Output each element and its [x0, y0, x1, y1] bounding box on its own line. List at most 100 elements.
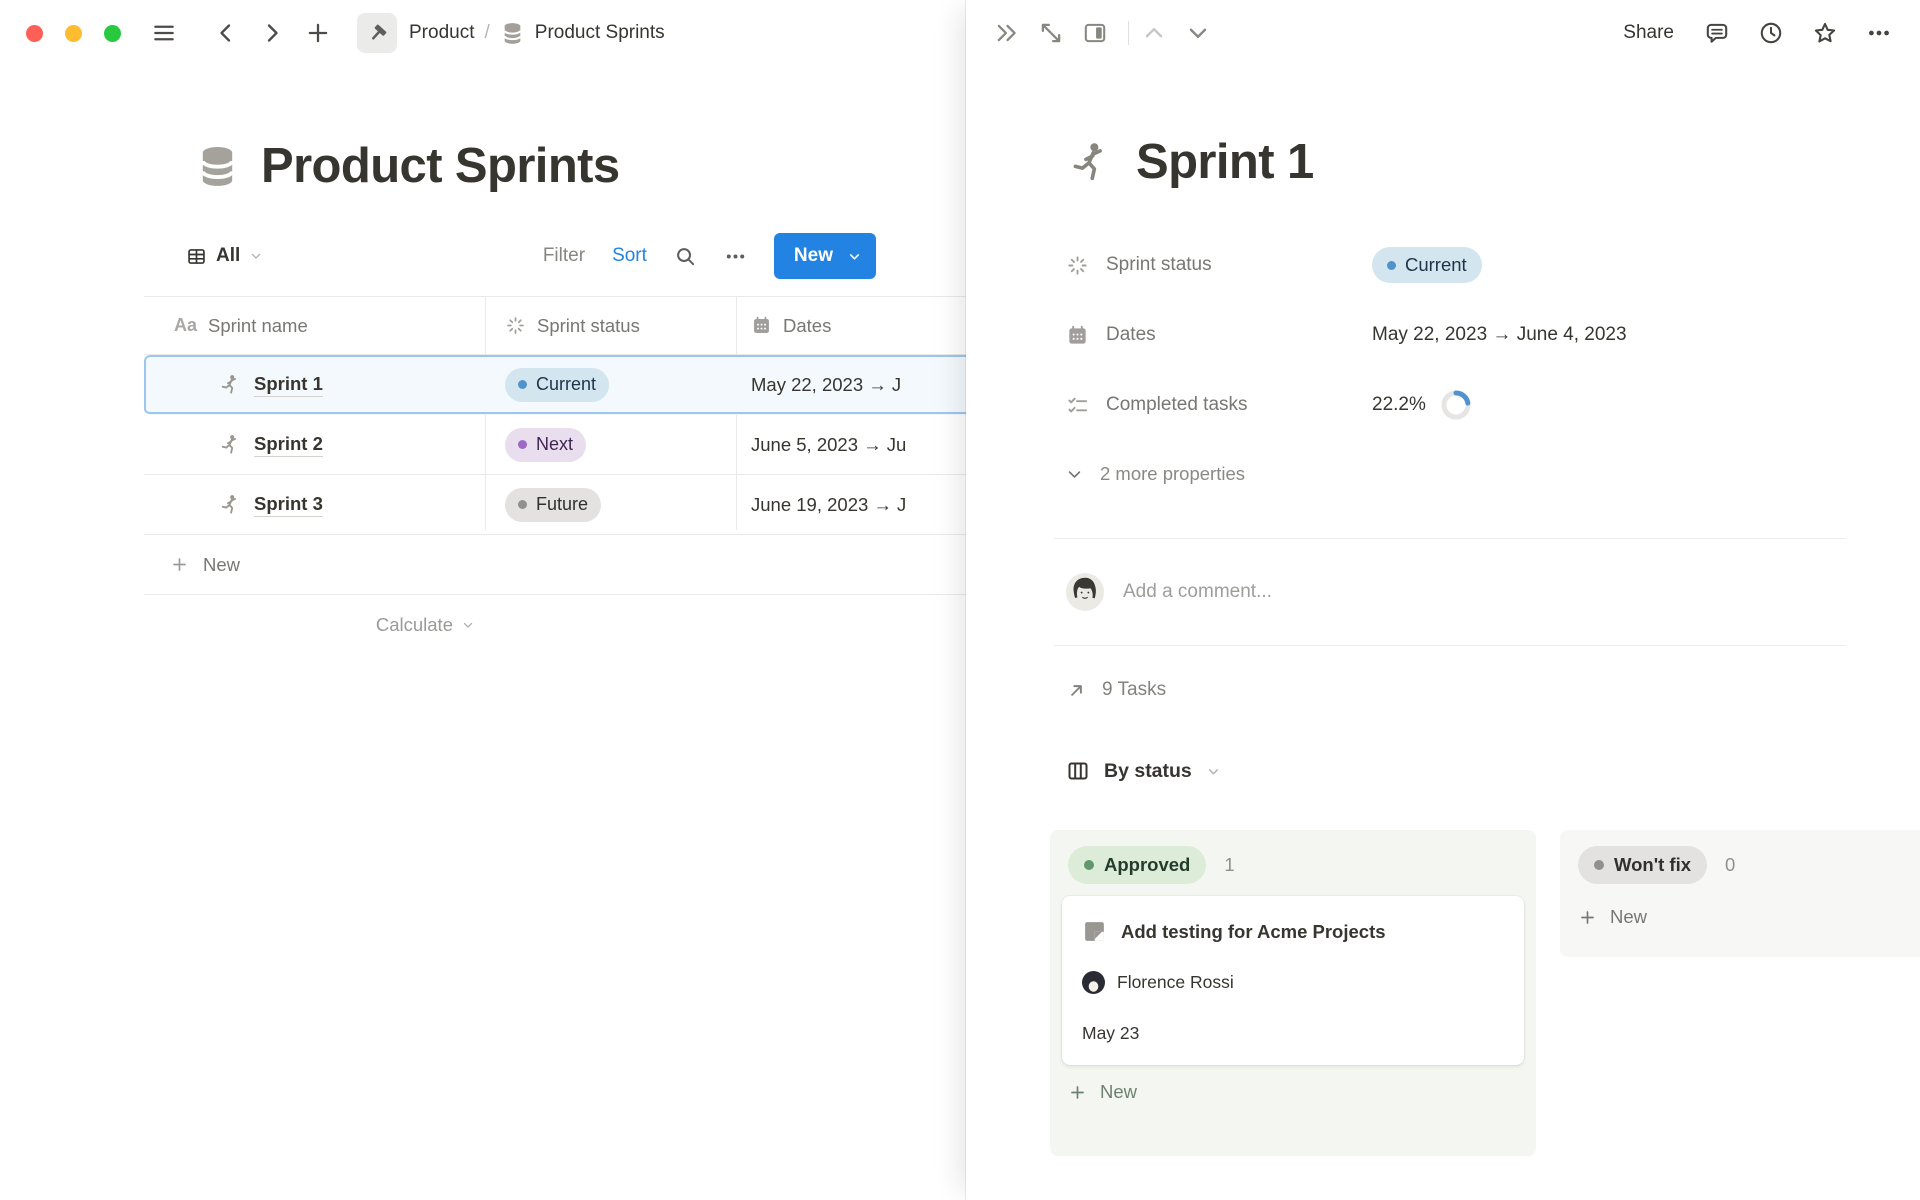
forward-icon[interactable] — [259, 20, 285, 46]
group-pill: Approved — [1068, 846, 1206, 884]
breadcrumb-root[interactable]: Product — [409, 22, 474, 44]
back-icon[interactable] — [213, 20, 239, 46]
panel-title-block: Sprint 1 — [1066, 134, 1314, 190]
board-column-header[interactable]: Approved 1 — [1068, 846, 1518, 884]
minimize-window-button[interactable] — [65, 25, 82, 42]
hamburger-icon[interactable] — [151, 20, 177, 46]
calendar-icon — [751, 315, 772, 336]
share-button[interactable]: Share — [1623, 22, 1674, 44]
task-title: Add testing for Acme Projects — [1121, 921, 1386, 943]
comments-icon[interactable] — [1704, 20, 1730, 46]
calculate-button[interactable]: Calculate — [144, 595, 485, 654]
property-value[interactable]: May 22, 2023 → June 4, 2023 — [1372, 324, 1627, 346]
comment-placeholder: Add a comment... — [1123, 581, 1272, 603]
chevron-down-icon — [1066, 466, 1083, 483]
breadcrumb-current[interactable]: Product Sprints — [535, 22, 665, 44]
side-peek-panel: Share Sprint 1 Sprint status Current — [966, 0, 1920, 1200]
view-tab-all[interactable]: All — [186, 245, 263, 267]
table-view-icon — [186, 246, 207, 267]
runner-icon — [218, 433, 241, 456]
status-spinner-icon — [505, 315, 526, 336]
new-button-label: New — [794, 245, 833, 267]
calendar-icon — [1066, 324, 1089, 347]
tasks-link[interactable]: 9 Tasks — [1066, 668, 1166, 712]
board-view-selector[interactable]: By status — [1066, 748, 1221, 794]
board-column-header[interactable]: Won't fix 0 — [1578, 846, 1920, 884]
chevron-down-icon — [847, 249, 862, 264]
database-icon — [500, 21, 525, 46]
column-header-sprint-status[interactable]: Sprint status — [485, 297, 736, 354]
new-page-icon[interactable] — [305, 20, 331, 46]
filter-button[interactable]: Filter — [543, 245, 585, 267]
database-icon[interactable] — [194, 143, 241, 190]
property-value[interactable]: 22.2% — [1372, 389, 1472, 421]
favorite-icon[interactable] — [1812, 20, 1838, 46]
chevron-down-icon — [1206, 764, 1221, 779]
group-count: 1 — [1224, 854, 1234, 876]
panel-page-title[interactable]: Sprint 1 — [1136, 134, 1314, 190]
side-peek-icon[interactable] — [1082, 20, 1108, 46]
property-row-completed-tasks: Completed tasks 22.2% — [1066, 370, 1472, 440]
sprint-page-link[interactable]: Sprint 3 — [254, 493, 323, 517]
status-pill[interactable]: Future — [505, 488, 601, 522]
chevron-down-icon — [249, 249, 263, 263]
status-dot-icon — [518, 500, 527, 509]
board-new-button[interactable]: New — [1578, 906, 1920, 928]
board-column-wont-fix: Won't fix 0 New — [1560, 830, 1920, 957]
view-toolbar: All Filter Sort New — [186, 232, 876, 280]
page-title[interactable]: Product Sprints — [261, 138, 620, 194]
collapse-panel-icon[interactable] — [994, 20, 1020, 46]
plus-icon — [170, 555, 189, 574]
property-label[interactable]: Completed tasks — [1066, 394, 1372, 417]
column-header-sprint-name[interactable]: Aa Sprint name — [144, 297, 485, 354]
avatar — [1066, 573, 1104, 611]
hammer-icon — [357, 13, 397, 53]
expand-icon[interactable] — [1038, 20, 1064, 46]
progress-ring — [1440, 389, 1472, 421]
board-view-icon — [1066, 759, 1090, 783]
sprint-page-link[interactable]: Sprint 2 — [254, 433, 323, 457]
new-button[interactable]: New — [774, 233, 876, 279]
sprint-page-link[interactable]: Sprint 1 — [254, 373, 323, 397]
tasks-board: Approved 1 Add testing for Acme Projects… — [1050, 830, 1920, 1170]
task-card[interactable]: Add testing for Acme Projects Florence R… — [1062, 896, 1524, 1065]
avatar — [1082, 971, 1105, 994]
board-new-button[interactable]: New — [1068, 1081, 1518, 1103]
breadcrumb-separator: / — [484, 22, 489, 44]
comment-input[interactable]: Add a comment... — [1066, 566, 1272, 618]
dates-value[interactable]: May 22, 2023 → J — [751, 374, 901, 396]
text-Aa-icon: Aa — [174, 315, 197, 336]
panel-topbar: Share — [966, 0, 1920, 66]
dates-value[interactable]: June 5, 2023 → Ju — [751, 434, 906, 456]
status-pill[interactable]: Current — [505, 368, 609, 402]
plus-icon — [1578, 908, 1597, 927]
divider — [1054, 645, 1846, 646]
titlebar: Product / Product Sprints — [0, 0, 665, 66]
more-icon[interactable] — [1866, 20, 1892, 46]
checklist-icon — [1066, 394, 1089, 417]
property-value[interactable]: Current — [1372, 247, 1482, 283]
zoom-window-button[interactable] — [104, 25, 121, 42]
close-window-button[interactable] — [26, 25, 43, 42]
more-icon[interactable] — [724, 245, 747, 268]
sort-button[interactable]: Sort — [612, 245, 647, 267]
updates-icon[interactable] — [1758, 20, 1784, 46]
status-pill[interactable]: Next — [505, 428, 586, 462]
search-icon[interactable] — [674, 245, 697, 268]
chevron-down-icon — [461, 618, 475, 632]
divider — [1128, 21, 1129, 45]
page-title-block: Product Sprints — [194, 138, 620, 194]
runner-icon — [218, 493, 241, 516]
runner-icon[interactable] — [1066, 139, 1112, 185]
property-label[interactable]: Dates — [1066, 324, 1372, 347]
dates-value[interactable]: June 19, 2023 → J — [751, 494, 906, 516]
group-count: 0 — [1725, 854, 1735, 876]
up-icon[interactable] — [1141, 20, 1167, 46]
group-pill: Won't fix — [1578, 846, 1707, 884]
down-icon[interactable] — [1185, 20, 1211, 46]
property-label[interactable]: Sprint status — [1066, 254, 1372, 277]
status-dot-icon — [1594, 860, 1604, 870]
board-column-approved: Approved 1 Add testing for Acme Projects… — [1050, 830, 1536, 1156]
more-properties-toggle[interactable]: 2 more properties — [1066, 452, 1245, 496]
status-dot-icon — [518, 440, 527, 449]
